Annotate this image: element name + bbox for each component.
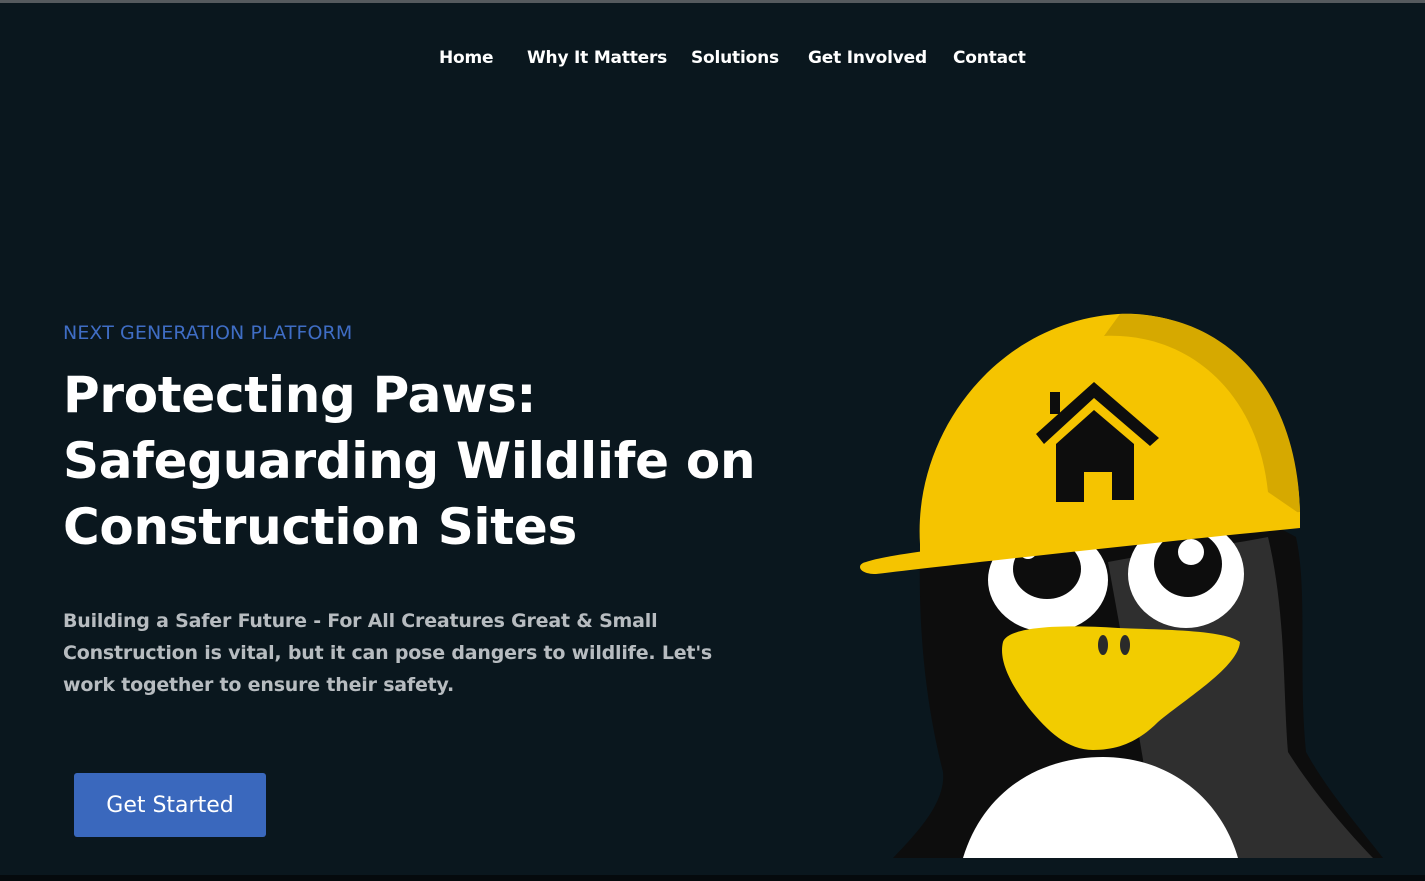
penguin-nostril-left: [1098, 635, 1108, 655]
get-started-button[interactable]: Get Started: [74, 773, 266, 837]
window-top-border: [0, 0, 1425, 3]
hero-description: Building a Safer Future - For All Creatu…: [63, 605, 713, 701]
page-bottom-strip: [0, 875, 1425, 881]
penguin-with-hard-hat-icon: [860, 313, 1383, 858]
penguin-right-glint: [1178, 539, 1204, 565]
nav-link-contact[interactable]: Contact: [953, 48, 1026, 68]
hero-title-line-3: Construction Sites: [63, 498, 577, 556]
hero-title-line-2: Safeguarding Wildlife on: [63, 432, 756, 490]
nav-link-solutions[interactable]: Solutions: [691, 48, 779, 68]
nav-link-why-it-matters[interactable]: Why It Matters: [527, 48, 667, 68]
nav-link-home[interactable]: Home: [439, 48, 494, 68]
hero-eyebrow: NEXT GENERATION PLATFORM: [63, 322, 353, 344]
penguin-nostril-right: [1120, 635, 1130, 655]
hero-description-line-1: Building a Safer Future - For All Creatu…: [63, 610, 658, 632]
hero-description-line-2: Construction is vital, but it can pose d…: [63, 642, 713, 664]
hero-description-line-3: work together to ensure their safety.: [63, 674, 455, 696]
hero-title-line-1: Protecting Paws:: [63, 366, 537, 424]
nav-link-get-involved[interactable]: Get Involved: [808, 48, 927, 68]
hero-title: Protecting Paws: Safeguarding Wildlife o…: [63, 362, 756, 560]
main-navigation: Home Why It Matters Solutions Get Involv…: [0, 46, 1425, 74]
